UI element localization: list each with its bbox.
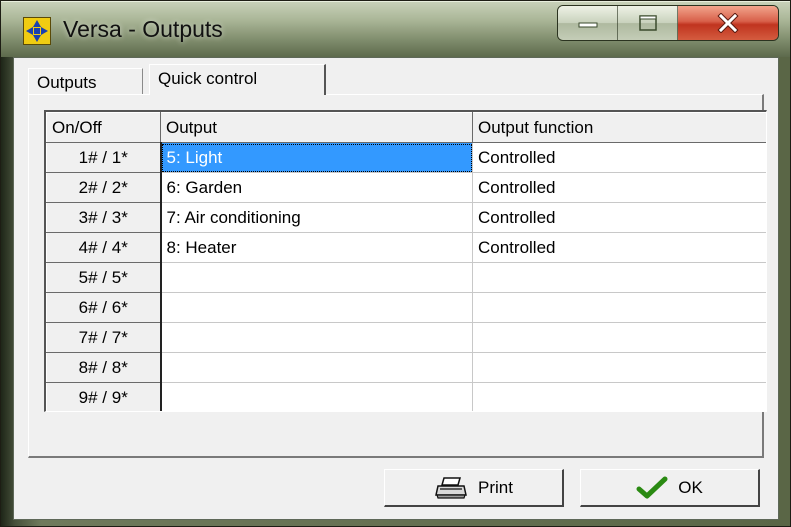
window-title: Versa - Outputs — [63, 16, 223, 42]
row-key-label[interactable]: 5# / 5* — [46, 262, 162, 293]
row-key-label[interactable]: 6# / 6* — [46, 292, 162, 323]
ok-button-label: OK — [678, 477, 703, 497]
output-cell[interactable] — [160, 322, 473, 353]
output-function-cell[interactable] — [472, 352, 766, 383]
output-cell[interactable]: 6: Garden — [160, 172, 473, 203]
output-cell[interactable]: 8: Heater — [160, 232, 473, 263]
output-function-cell[interactable] — [472, 292, 766, 323]
output-function-cell[interactable] — [472, 262, 766, 293]
minimize-icon — [578, 22, 597, 28]
column-header-onoff[interactable]: On/Off — [46, 112, 161, 143]
output-function-cell[interactable]: Controlled — [472, 202, 766, 233]
column-header-output[interactable]: Output — [160, 112, 473, 143]
title-bar[interactable]: Versa - Outputs — [1, 1, 790, 57]
output-cell[interactable]: 7: Air conditioning — [160, 202, 473, 233]
close-button[interactable] — [678, 6, 778, 40]
app-window: Versa - Outputs Outputs Quick control On… — [0, 0, 791, 527]
table-row[interactable]: 7# / 7* — [46, 322, 766, 353]
minimize-button[interactable] — [558, 6, 618, 40]
row-key-label[interactable]: 9# / 9* — [46, 382, 162, 411]
row-key-label[interactable]: 4# / 4* — [46, 232, 162, 263]
output-function-cell[interactable]: Controlled — [472, 232, 766, 263]
row-key-label[interactable]: 2# / 2* — [46, 172, 162, 203]
tab-quick-control[interactable]: Quick control — [149, 64, 326, 95]
table-row[interactable]: 5# / 5* — [46, 262, 766, 293]
output-cell[interactable] — [160, 382, 473, 411]
window-client-area: Outputs Quick control On/Off Output Outp… — [13, 57, 779, 520]
row-key-label[interactable]: 7# / 7* — [46, 322, 162, 353]
caption-buttons — [557, 5, 779, 41]
table-row[interactable]: 6# / 6* — [46, 292, 766, 323]
column-header-output-function[interactable]: Output function — [472, 112, 766, 143]
table-row[interactable]: 1# / 1* 5: Light Controlled — [46, 142, 766, 173]
ok-button[interactable]: OK — [580, 469, 760, 507]
row-key-label[interactable]: 8# / 8* — [46, 352, 162, 383]
maximize-button[interactable] — [618, 6, 678, 40]
output-cell[interactable] — [160, 292, 473, 323]
dialog-footer: Print OK — [28, 458, 764, 514]
table-row[interactable]: 8# / 8* — [46, 352, 766, 383]
maximize-icon — [638, 15, 657, 31]
table-header-row: On/Off Output Output function — [46, 112, 766, 143]
output-cell[interactable] — [160, 262, 473, 293]
output-cell[interactable] — [160, 352, 473, 383]
checkmark-icon — [636, 476, 668, 498]
close-icon — [717, 13, 739, 33]
print-button-label: Print — [478, 477, 513, 497]
row-key-label[interactable]: 3# / 3* — [46, 202, 162, 233]
quick-control-panel: On/Off Output Output function 1# / 1* 5:… — [28, 94, 767, 458]
output-function-cell[interactable]: Controlled — [472, 172, 766, 203]
tab-outputs[interactable]: Outputs — [28, 68, 143, 94]
output-cell[interactable]: 5: Light — [160, 142, 473, 173]
table-row[interactable]: 3# / 3* 7: Air conditioning Controlled — [46, 202, 766, 233]
table-row[interactable]: 4# / 4* 8: Heater Controlled — [46, 232, 766, 263]
outputs-table: On/Off Output Output function 1# / 1* 5:… — [46, 112, 766, 411]
table-row[interactable]: 9# / 9* — [46, 382, 766, 411]
row-key-label[interactable]: 1# / 1* — [46, 142, 162, 173]
print-button[interactable]: Print — [384, 469, 564, 507]
output-function-cell[interactable] — [472, 322, 766, 353]
table-row[interactable]: 2# / 2* 6: Garden Controlled — [46, 172, 766, 203]
outputs-grid[interactable]: On/Off Output Output function 1# / 1* 5:… — [44, 110, 767, 412]
output-function-cell[interactable] — [472, 382, 766, 411]
printer-icon — [435, 476, 467, 499]
versa-app-icon[interactable] — [23, 17, 51, 45]
output-function-cell[interactable]: Controlled — [472, 142, 766, 173]
